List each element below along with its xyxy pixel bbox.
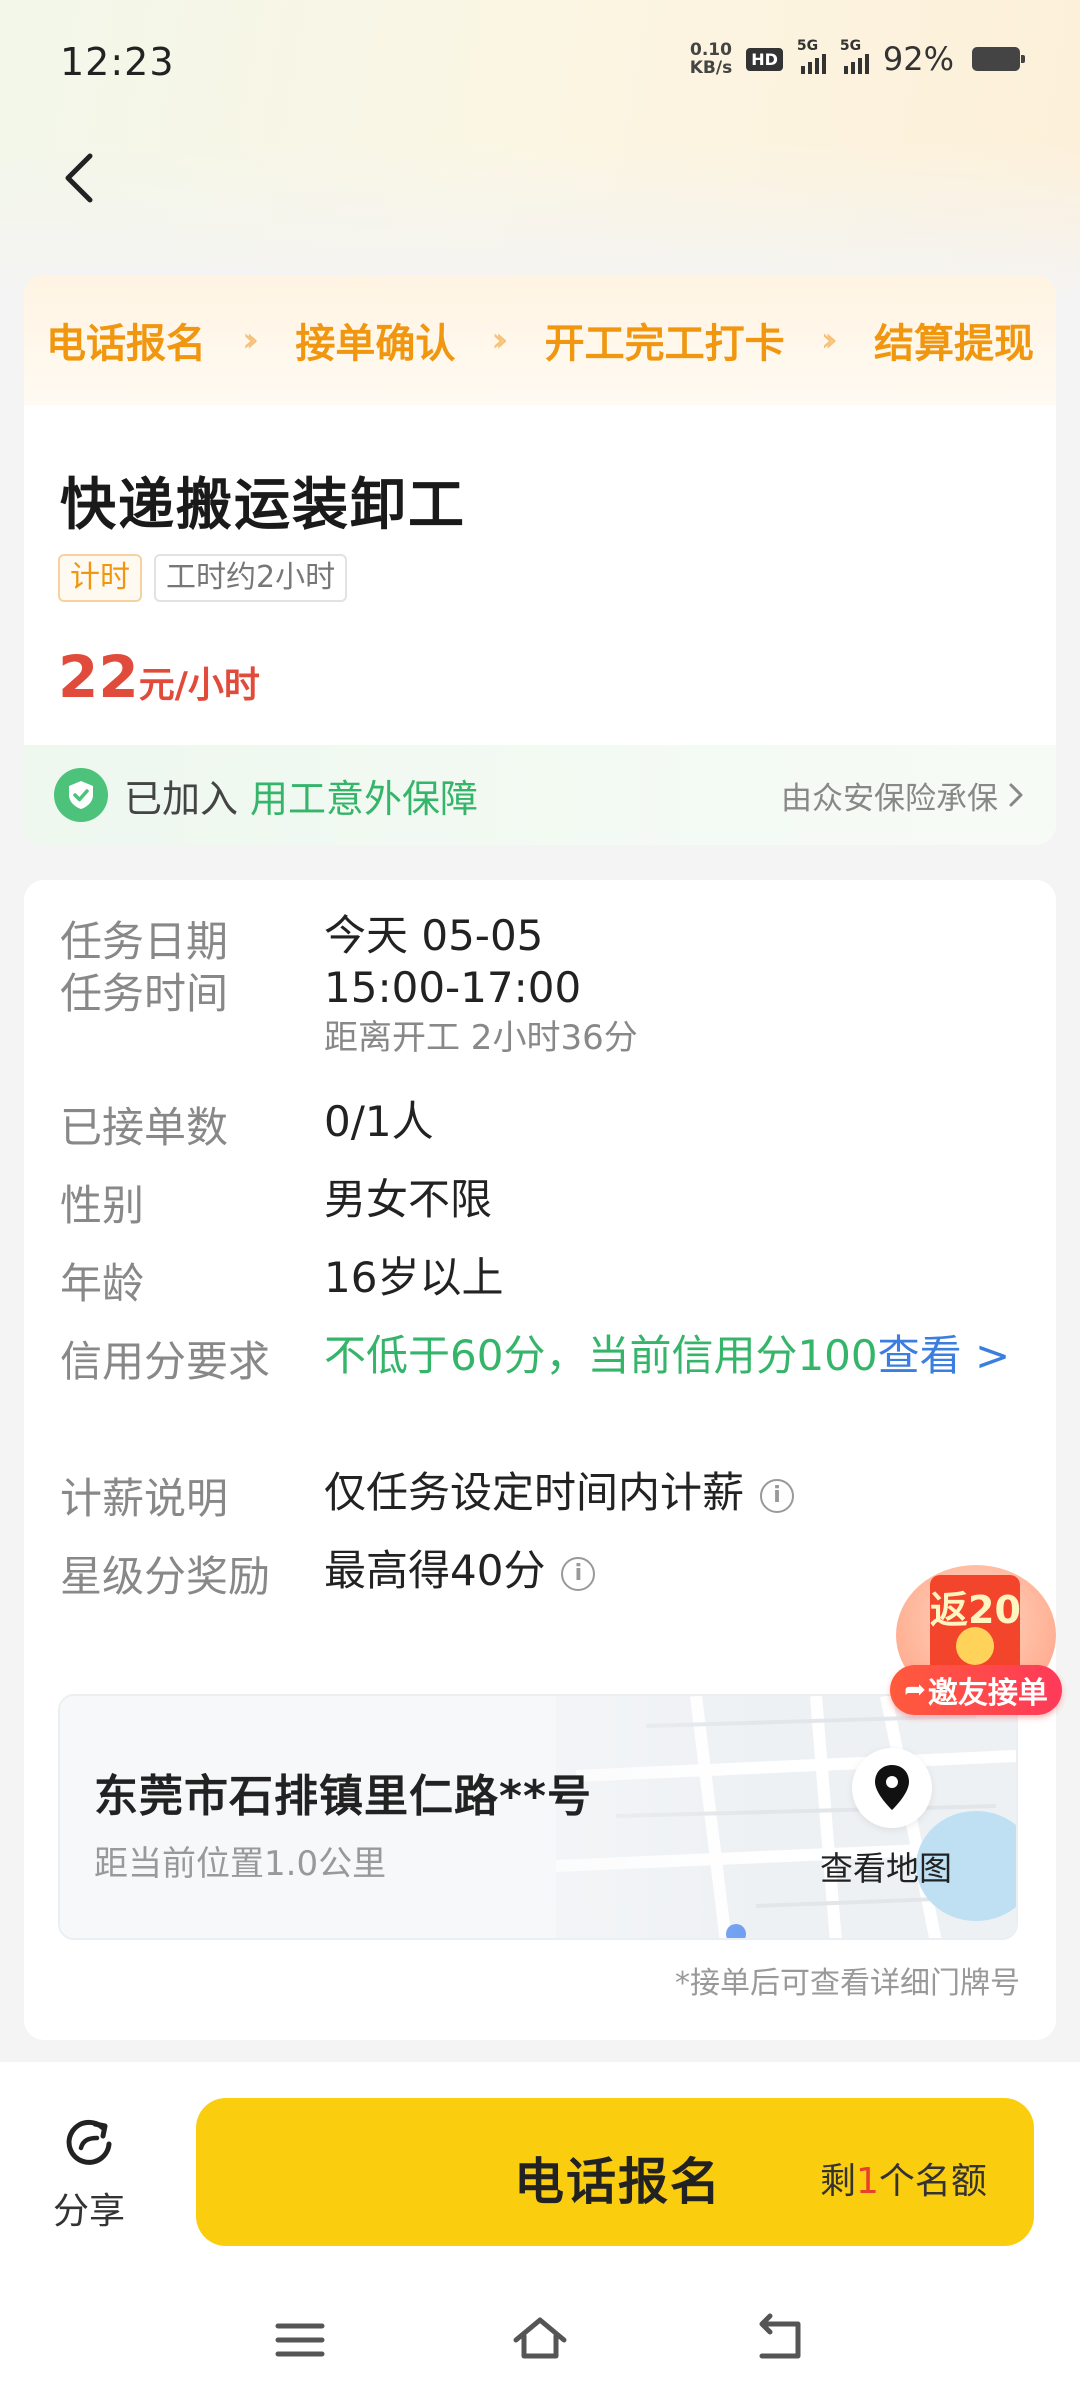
- invite-friend-badge[interactable]: 返20 ➦ 邀友接单: [890, 1565, 1062, 1715]
- detail-value: 仅任务设定时间内计薪 i: [324, 1465, 1024, 1526]
- address-box[interactable]: 东莞市石排镇里仁路**号 距当前位置1.0公里 查看地图: [58, 1694, 1018, 1940]
- home-icon[interactable]: [510, 2310, 570, 2370]
- quota-number: 1: [856, 2161, 879, 2202]
- tag-hourly: 计时: [58, 554, 142, 602]
- time-range: 15:00-17:00: [324, 963, 582, 1012]
- status-time: 12:23: [60, 40, 175, 84]
- star-reward: 最高得40分: [324, 1546, 546, 1595]
- detail-row-age: 年龄 16岁以上: [60, 1250, 1024, 1311]
- net-speed-unit: KB/s: [689, 58, 733, 78]
- detail-row-time: 任务时间 15:00-17:00 距离开工 2小时36分: [60, 960, 1024, 1060]
- price-number: 22: [58, 643, 139, 711]
- step-1: 电话报名: [46, 321, 206, 367]
- detail-value: 0/1人: [324, 1097, 434, 1146]
- double-chevron-icon: ››: [242, 320, 259, 360]
- info-icon[interactable]: i: [561, 1556, 596, 1591]
- job-summary-card: 电话报名 ›› 接单确认 ›› 开工完工打卡 ›› 结算提现 快递搬运装卸工 计…: [24, 275, 1056, 845]
- step-2: 接单确认: [295, 321, 456, 367]
- chevron-left-icon: [65, 153, 93, 203]
- remaining-quota: 剩1个名额: [820, 2152, 987, 2204]
- signal2-label: 5G: [839, 38, 862, 54]
- detail-row-pay: 计薪说明 仅任务设定时间内计薪 i: [60, 1465, 1024, 1526]
- job-tags: 计时 工时约2小时: [58, 554, 348, 602]
- status-icons: 0.10 KB/s HD 5G 5G 92%: [690, 38, 1025, 78]
- location-pin-icon: [875, 1765, 909, 1810]
- shield-check-icon: [54, 768, 108, 822]
- time-countdown: 距离开工 2小时36分: [324, 1018, 638, 1058]
- tag-duration: 工时约2小时: [154, 554, 348, 602]
- job-price: 22元/小时: [58, 643, 260, 711]
- net-speed-value: 0.10: [689, 40, 732, 60]
- job-details-card: 任务日期 今天 05-05 任务时间 15:00-17:00 距离开工 2小时3…: [24, 880, 1056, 2040]
- net-speed: 0.10 KB/s: [690, 41, 732, 77]
- menu-icon[interactable]: [270, 2310, 330, 2370]
- battery-icon: [972, 47, 1025, 71]
- info-icon[interactable]: i: [760, 1478, 795, 1513]
- credit-requirement: 不低于60分，当前信用分100: [324, 1331, 878, 1380]
- back-nav-icon[interactable]: [750, 2310, 810, 2370]
- share-arrow-icon: ➦: [904, 1675, 926, 1705]
- address-title: 东莞市石排镇里仁路**号: [94, 1771, 593, 1822]
- insurance-provider-text: 由众安保险承保: [781, 780, 998, 817]
- quota-prefix: 剩: [820, 2161, 857, 2202]
- double-chevron-icon: ››: [491, 320, 508, 360]
- insurance-bar[interactable]: 已加入 用工意外保障 由众安保险承保: [24, 745, 1056, 845]
- detail-label: 年龄: [60, 1259, 145, 1308]
- pay-note: 仅任务设定时间内计薪: [324, 1468, 745, 1517]
- map-pin-button[interactable]: [852, 1748, 932, 1828]
- share-button[interactable]: 分享: [44, 2112, 134, 2234]
- insurance-provider[interactable]: 由众安保险承保: [781, 773, 1026, 818]
- phone-signup-button[interactable]: 电话报名 剩1个名额: [196, 2098, 1034, 2246]
- quota-suffix: 个名额: [878, 2161, 987, 2202]
- battery-percent: 92%: [882, 40, 954, 78]
- badge-amount: 返20: [930, 1588, 1021, 1632]
- signal-5g-icon: 5G: [797, 38, 826, 74]
- step-3: 开工完工打卡: [544, 321, 785, 367]
- detail-label: 已接单数: [60, 1103, 229, 1152]
- badge-pill: ➦ 邀友接单: [890, 1665, 1062, 1715]
- detail-row-gender: 性别 男女不限: [60, 1172, 1024, 1233]
- detail-row-credit: 信用分要求 不低于60分，当前信用分100查看 >: [60, 1328, 1014, 1389]
- process-steps: 电话报名 ›› 接单确认 ›› 开工完工打卡 ›› 结算提现: [24, 275, 1056, 405]
- view-map-label[interactable]: 查看地图: [820, 1842, 952, 1890]
- detail-row-taken: 已接单数 0/1人: [60, 1094, 1024, 1155]
- detail-value: 15:00-17:00 距离开工 2小时36分: [324, 960, 1024, 1060]
- detail-value: 男女不限: [324, 1175, 493, 1224]
- detail-label: 星级分奖励: [60, 1552, 271, 1601]
- price-unit: 元/小时: [138, 665, 260, 706]
- badge-label: 邀友接单: [927, 1676, 1048, 1711]
- step-4: 结算提现: [873, 321, 1034, 367]
- share-icon: [66, 2119, 112, 2165]
- signal-5g-icon-2: 5G: [840, 38, 869, 74]
- detail-label: 信用分要求: [60, 1337, 271, 1386]
- detail-label: 计薪说明: [60, 1474, 229, 1523]
- detail-label: 任务时间: [60, 969, 229, 1018]
- chevron-right-icon: [1009, 783, 1023, 807]
- detail-row-star: 星级分奖励 最高得40分 i: [60, 1543, 1024, 1604]
- cta-label: 电话报名: [514, 2153, 722, 2211]
- detail-value: 16岁以上: [324, 1253, 504, 1302]
- detail-label: 性别: [60, 1181, 145, 1230]
- insurance-link[interactable]: 用工意外保障: [250, 768, 478, 823]
- insurance-prefix: 已加入: [124, 776, 239, 821]
- address-distance: 距当前位置1.0公里: [94, 1844, 387, 1884]
- status-bar: 12:23 0.10 KB/s HD 5G 5G 92%: [0, 0, 1080, 126]
- share-label: 分享: [52, 2191, 125, 2232]
- address-note: *接单后可查看详细门牌号: [675, 1966, 1020, 2001]
- job-title: 快递搬运装卸工: [60, 473, 466, 538]
- signal1-label: 5G: [796, 38, 819, 54]
- back-button[interactable]: [56, 148, 106, 208]
- hd-icon: HD: [746, 47, 783, 71]
- detail-value: 不低于60分，当前信用分100查看 >: [324, 1328, 1014, 1389]
- double-chevron-icon: ››: [820, 320, 838, 360]
- credit-view-link[interactable]: 查看 >: [878, 1331, 1011, 1380]
